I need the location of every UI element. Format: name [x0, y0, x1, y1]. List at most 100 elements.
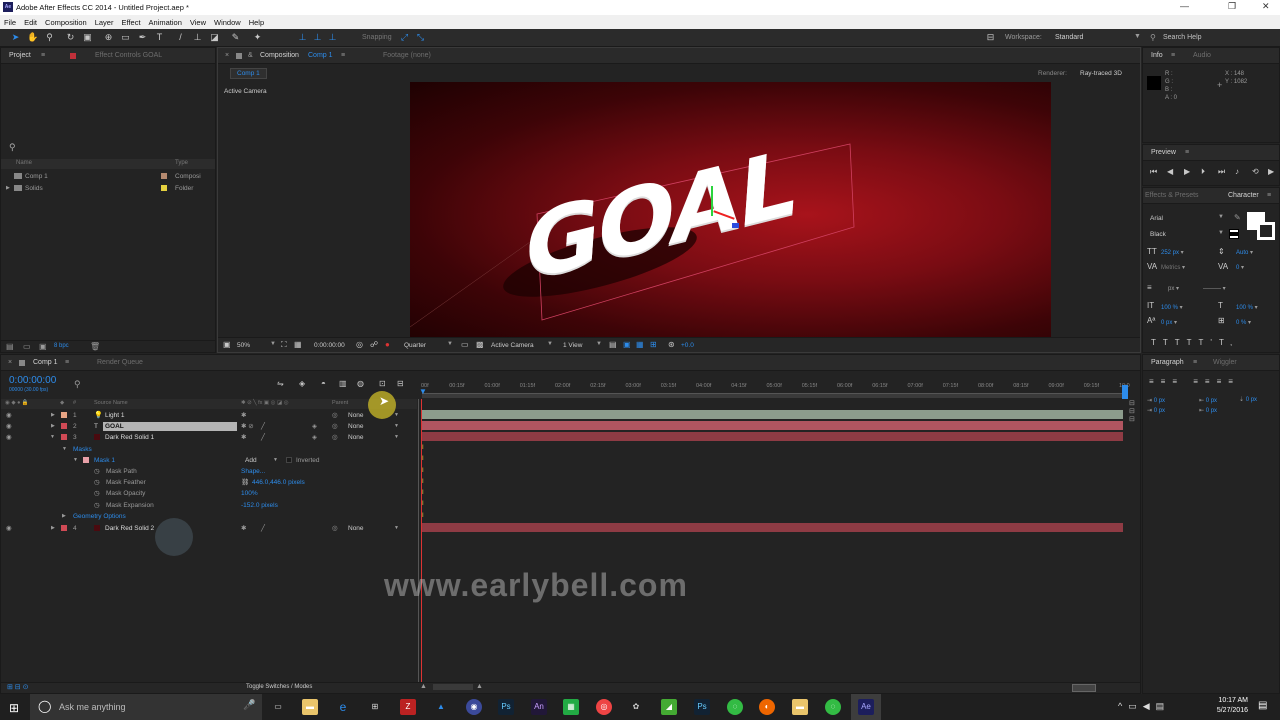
comp-mini-flowchart-icon[interactable]: ⇋: [277, 379, 284, 388]
mask-property-row[interactable]: ◷ Mask Path Shape...: [1, 466, 1140, 477]
notifications-icon[interactable]: ▤: [1258, 700, 1267, 711]
side-icon[interactable]: ⊟: [1129, 399, 1141, 407]
fast-previews-icon[interactable]: ▣: [623, 340, 631, 349]
lock-icon[interactable]: [236, 53, 242, 59]
view-axis-icon[interactable]: ⊥: [327, 32, 338, 43]
mask-row[interactable]: ▼ Mask 1 Add ▼ Inverted: [1, 455, 1140, 466]
3d-layer-switch-icon[interactable]: ◈: [312, 421, 317, 432]
mask-mode-dropdown-icon[interactable]: ▼: [273, 455, 278, 466]
mask-property-row[interactable]: ◷ Mask Opacity 100%: [1, 488, 1140, 499]
alignment-buttons[interactable]: ≡≡≡ ≡≡≡≡: [1149, 377, 1240, 386]
frame-blending-icon[interactable]: ▥: [339, 379, 347, 388]
label-color[interactable]: [61, 423, 67, 429]
3d-layer-switch-icon[interactable]: ◈: [312, 432, 317, 443]
maximize-button[interactable]: ❐: [1228, 1, 1236, 12]
animate-icon[interactable]: An: [531, 699, 547, 715]
panel-menu-icon[interactable]: ≡: [1185, 149, 1189, 156]
comp-switch-icon[interactable]: ⊟: [397, 379, 404, 388]
taskbar-search-input[interactable]: Ask me anything: [59, 702, 126, 712]
trash-icon[interactable]: 🗑: [90, 342, 100, 351]
close-tab-icon[interactable]: ×: [8, 359, 12, 366]
pan-behind-tool-icon[interactable]: ⊕: [103, 32, 114, 43]
app-icon[interactable]: ◌: [727, 699, 743, 715]
camera-tool-icon[interactable]: ▣: [82, 32, 93, 43]
play-icon[interactable]: ▶: [1184, 167, 1190, 176]
collapse-arrow-icon[interactable]: ▼: [50, 432, 55, 443]
viewer-timecode[interactable]: 0:00:00:00: [314, 342, 345, 349]
tab-info[interactable]: Info: [1151, 52, 1163, 59]
tab-composition[interactable]: Composition: [260, 52, 299, 59]
ram-preview-icon[interactable]: ▶: [1268, 167, 1274, 176]
windows-start-icon[interactable]: ⊞: [9, 701, 19, 715]
visibility-eye-icon[interactable]: ◉: [6, 432, 12, 443]
vertical-scale-value[interactable]: 100 % ▾: [1161, 304, 1183, 311]
shy-switch-icon[interactable]: ✱: [241, 432, 246, 443]
work-area-bar[interactable]: [422, 393, 1127, 398]
font-size-value[interactable]: 252 px ▾: [1161, 249, 1184, 256]
project-item[interactable]: Comp 1 Composi: [1, 171, 215, 182]
photoshop-icon[interactable]: Ps: [498, 699, 514, 715]
menu-effect[interactable]: Effect: [117, 18, 144, 27]
pickwhip-icon[interactable]: ◎: [332, 523, 338, 534]
after-effects-icon[interactable]: Ae: [858, 699, 874, 715]
shy-switch-icon[interactable]: ✱: [241, 523, 246, 534]
layer-duration-bar[interactable]: [422, 421, 1123, 430]
mask-mode-select[interactable]: Add: [245, 455, 257, 466]
z-axis-gizmo[interactable]: [732, 223, 739, 228]
horizontal-scale-value[interactable]: 100 % ▾: [1236, 304, 1258, 311]
link-icon[interactable]: ⛓: [241, 477, 249, 488]
tab-paragraph[interactable]: Paragraph: [1151, 359, 1184, 366]
workspace-icon[interactable]: ⊟: [985, 32, 996, 43]
tab-comp1-timeline[interactable]: Comp 1: [33, 359, 58, 366]
indent-right-fields[interactable]: ⇤ 0 px ⇤ 0 px: [1199, 396, 1217, 416]
minimize-button[interactable]: —: [1180, 1, 1189, 11]
photoshop-icon[interactable]: Ps: [694, 699, 710, 715]
visibility-eye-icon[interactable]: ◉: [6, 410, 12, 421]
graph-editor-icon[interactable]: ⊡: [379, 379, 386, 388]
tab-effect-controls[interactable]: Effect Controls GOAL: [95, 52, 162, 59]
snap-icon[interactable]: ⤢: [399, 32, 410, 43]
filezilla-icon[interactable]: Z: [400, 699, 416, 715]
resolution-dropdown-icon[interactable]: ▼: [447, 341, 453, 347]
kerning-value[interactable]: Metrics ▾: [1161, 264, 1185, 271]
menu-file[interactable]: File: [0, 18, 20, 27]
font-style-select[interactable]: Black: [1150, 231, 1166, 238]
firefox-icon[interactable]: ◐: [759, 699, 775, 715]
chrome-icon[interactable]: ◎: [596, 699, 612, 715]
hand-tool-icon[interactable]: ✋: [27, 32, 38, 43]
menu-window[interactable]: Window: [210, 18, 245, 27]
panel-menu-icon[interactable]: ≡: [1193, 359, 1197, 366]
lock-icon[interactable]: [19, 360, 25, 366]
menu-layer[interactable]: Layer: [91, 18, 118, 27]
loop-icon[interactable]: ⟲: [1252, 167, 1259, 176]
draft-3d-icon[interactable]: ◈: [299, 379, 305, 388]
col-type[interactable]: Type: [175, 160, 188, 166]
clock-time[interactable]: 10:17 AM: [1208, 697, 1248, 704]
toggle-switches-modes[interactable]: Toggle Switches / Modes: [246, 684, 312, 690]
shy-switch-icon[interactable]: ✱ ⊘: [241, 421, 254, 432]
resolution-select[interactable]: Quarter: [404, 342, 426, 349]
snapping-label[interactable]: Snapping: [362, 34, 392, 41]
leading-value[interactable]: Auto ▾: [1236, 249, 1253, 256]
clock-date[interactable]: 5/27/2016: [1208, 707, 1248, 714]
stroke-style-select[interactable]: ——— ▾: [1203, 285, 1226, 292]
reset-exposure-icon[interactable]: ⊛: [668, 340, 675, 349]
layer-duration-bar[interactable]: [422, 410, 1123, 419]
rectangle-tool-icon[interactable]: ▭: [120, 32, 131, 43]
work-area-end-handle[interactable]: [1122, 385, 1128, 399]
collapse-arrow-icon[interactable]: ▼: [73, 455, 78, 466]
type-tool-icon[interactable]: T: [154, 32, 165, 43]
expand-arrow-icon[interactable]: ▶: [51, 410, 55, 421]
swatch-black[interactable]: [1229, 232, 1239, 236]
panel-menu-icon[interactable]: ≡: [1171, 52, 1175, 59]
side-icon[interactable]: ⊟: [1129, 415, 1141, 423]
prev-frame-icon[interactable]: ◀: [1167, 167, 1173, 176]
camera-dropdown-icon[interactable]: ▼: [547, 341, 553, 347]
tsume-value[interactable]: 0 % ▾: [1236, 319, 1251, 326]
tab-render-queue[interactable]: Render Queue: [97, 359, 143, 366]
grid-icon[interactable]: ▦: [294, 340, 302, 349]
quality-switch-icon[interactable]: ╱: [261, 523, 265, 534]
shy-switch-icon[interactable]: ✱: [241, 410, 246, 421]
collapse-arrow-icon[interactable]: ▼: [62, 444, 67, 455]
app-icon[interactable]: ◢: [661, 699, 677, 715]
